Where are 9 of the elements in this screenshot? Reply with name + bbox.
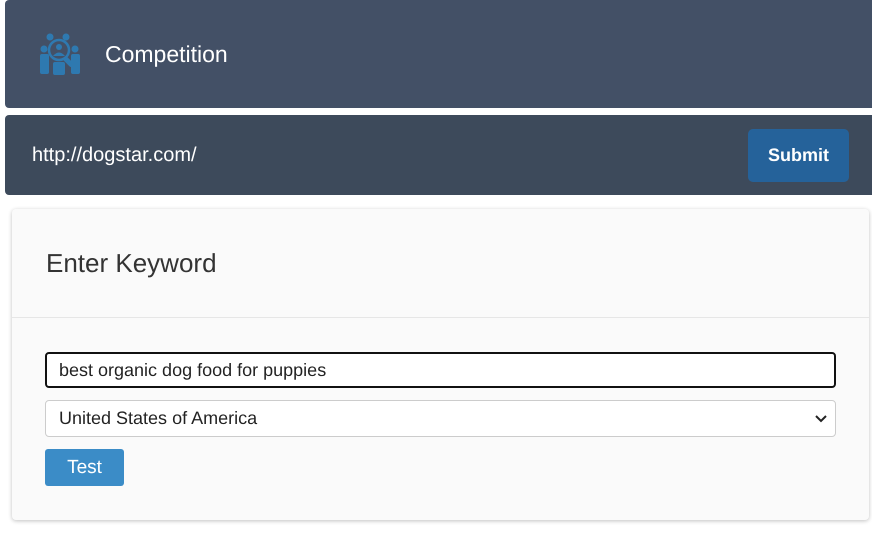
submit-button[interactable]: Submit	[748, 128, 849, 182]
url-text: http://dogstar.com/	[32, 144, 197, 166]
country-select[interactable]: United States of America	[45, 400, 836, 437]
keyword-input-field[interactable]: best organic dog food for puppies	[45, 352, 836, 388]
card-title: Enter Keyword	[46, 248, 217, 278]
page-title: Competition	[105, 40, 228, 68]
team-search-icon	[39, 32, 81, 76]
chevron-down-icon	[815, 414, 827, 422]
test-button[interactable]: Test	[45, 449, 124, 486]
